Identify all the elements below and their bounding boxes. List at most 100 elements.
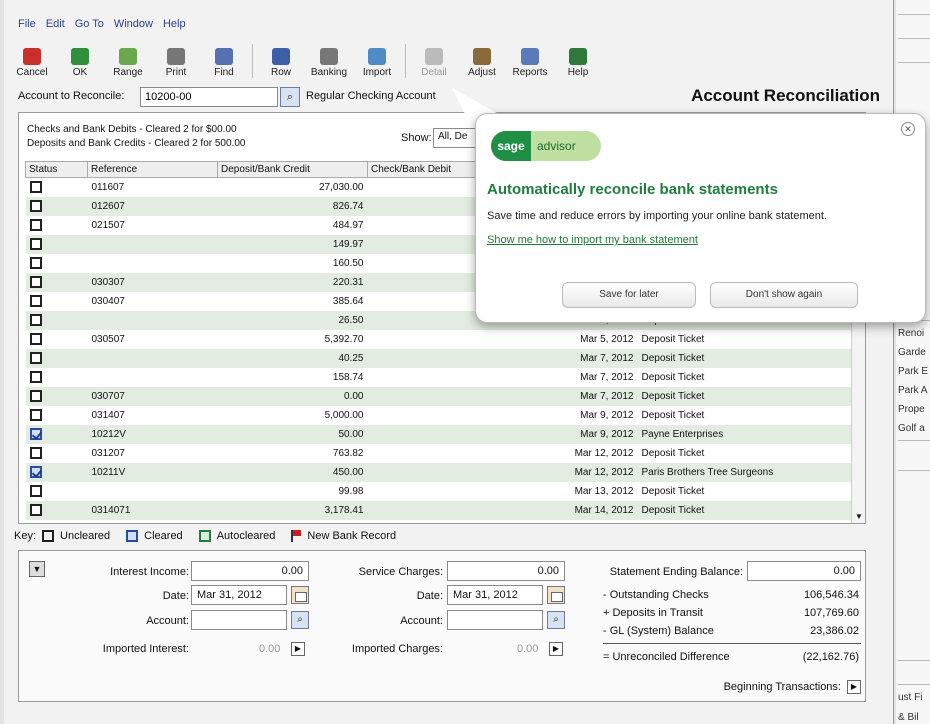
import-button[interactable]: Import: [357, 48, 397, 78]
uncleared-checkbox[interactable]: [29, 352, 42, 364]
background-window: Renoi Garde Park E Park A Prope Golf a ust Fi &…: [896, 0, 930, 724]
table-row[interactable]: 158.74 Mar 7, 2012 Deposit Ticket: [26, 368, 859, 387]
menu-file[interactable]: File: [18, 18, 36, 30]
background-divider: [898, 14, 930, 15]
table-row[interactable]: 030507 5,392.70 Mar 5, 2012 Deposit Ticket: [26, 330, 859, 349]
status-cell: [25, 196, 88, 216]
save-for-later-button[interactable]: Save for later: [562, 282, 696, 308]
uncleared-checkbox[interactable]: [29, 447, 42, 459]
account-input[interactable]: [140, 87, 278, 107]
description-cell: Deposit Ticket: [637, 500, 859, 520]
uncleared-checkbox[interactable]: [29, 504, 42, 516]
date-cell: Mar 7, 2012: [580, 371, 634, 383]
column-header[interactable]: Status: [25, 161, 88, 178]
gl-balance-value: 23,386.02: [810, 625, 859, 637]
close-icon[interactable]: ✕: [901, 122, 915, 136]
table-row[interactable]: 10212V 50.00 Mar 9, 2012 Payne Enterprises: [25, 424, 859, 444]
menu-bar: File Edit Go To Window Help: [18, 18, 186, 30]
cancel-icon: [23, 48, 41, 65]
description-cell: Deposit Ticket: [641, 409, 705, 421]
uncleared-checkbox[interactable]: [29, 485, 42, 497]
beginning-transactions-label: Beginning Transactions:: [723, 681, 841, 693]
cancel-button[interactable]: Cancel: [12, 48, 52, 78]
check-cell: [367, 500, 528, 520]
column-header[interactable]: Deposit/Bank Credit: [217, 161, 368, 178]
uncleared-checkbox[interactable]: [29, 371, 42, 383]
table-row[interactable]: 99.98 Mar 13, 2012 Deposit Ticket: [26, 482, 859, 501]
deposit-cell: 484.97: [332, 219, 364, 231]
uncleared-checkbox[interactable]: [29, 181, 42, 194]
uncleared-checkbox[interactable]: [29, 276, 42, 288]
table-row[interactable]: 40.25 Mar 7, 2012 Deposit Ticket: [25, 348, 859, 368]
uncleared-checkbox[interactable]: [29, 409, 42, 421]
deposit-cell: 160.50: [332, 257, 364, 269]
find-button[interactable]: Find: [204, 48, 244, 78]
background-list-item: & Bil: [898, 712, 919, 723]
banking-button[interactable]: Banking: [309, 48, 349, 78]
interest-account-label: Account:: [146, 615, 189, 627]
status-cell: [26, 216, 88, 235]
imported-charges-arrow-icon[interactable]: ▶: [549, 642, 563, 656]
menu-help[interactable]: Help: [163, 18, 186, 30]
help-button[interactable]: Help: [558, 48, 598, 78]
table-row[interactable]: 031207 763.82 Mar 12, 2012 Deposit Ticket: [26, 444, 859, 463]
imported-interest-arrow-icon[interactable]: ▶: [291, 642, 305, 656]
menu-go-to[interactable]: Go To: [75, 18, 104, 30]
detail-button[interactable]: Detail: [414, 48, 454, 78]
interest-account-input[interactable]: [191, 610, 287, 630]
uncleared-checkbox[interactable]: [29, 314, 42, 326]
adjust-button[interactable]: Adjust: [462, 48, 502, 78]
uncleared-checkbox[interactable]: [29, 200, 42, 212]
expand-button[interactable]: ▼: [29, 561, 45, 577]
uncleared-checkbox[interactable]: [29, 238, 42, 250]
uncleared-checkbox[interactable]: [29, 257, 42, 269]
description-cell: Deposit Ticket: [637, 386, 859, 406]
status-cell: [25, 234, 88, 254]
toolbar-label: OK: [72, 67, 88, 78]
uncleared-checkbox[interactable]: [29, 295, 42, 307]
interest-date-input[interactable]: Mar 31, 2012: [191, 585, 287, 605]
toolbar-label: Adjust: [468, 67, 496, 78]
check-cell: [368, 444, 528, 463]
table-row[interactable]: 031407 5,000.00 Mar 9, 2012 Deposit Ticket: [26, 406, 859, 425]
table-row[interactable]: 10211V 450.00 Mar 12, 2012 Paris Brothers T…: [25, 462, 859, 482]
column-header[interactable]: Reference: [87, 161, 218, 178]
service-date-input[interactable]: Mar 31, 2012: [447, 585, 543, 605]
calendar-icon[interactable]: [291, 586, 309, 604]
popup-heading: Automatically reconcile bank statements: [487, 181, 778, 198]
uncleared-checkbox[interactable]: [29, 390, 42, 402]
ok-button[interactable]: OK: [60, 48, 100, 78]
table-row[interactable]: 030707 0.00 Mar 7, 2012 Deposit Ticket: [25, 386, 859, 406]
deposit-cell: 450.00: [217, 462, 368, 482]
menu-window[interactable]: Window: [114, 18, 153, 30]
logo-brand: sage: [491, 131, 531, 161]
table-row[interactable]: 0314071 3,178.41 Mar 14, 2012 Deposit Ticke…: [25, 500, 859, 520]
range-button[interactable]: Range: [108, 48, 148, 78]
interest-income-input[interactable]: 0.00: [191, 561, 309, 581]
status-cell: [26, 254, 88, 273]
lookup-icon[interactable]: ⌕: [291, 611, 309, 629]
service-account-input[interactable]: [447, 610, 543, 630]
calendar-icon[interactable]: [547, 586, 565, 604]
uncleared-checkbox[interactable]: [29, 333, 42, 345]
ending-balance-input[interactable]: 0.00: [747, 561, 861, 581]
account-row: Account to Reconcile: ⌕ Regular Checking…: [14, 86, 888, 108]
service-charges-input[interactable]: 0.00: [447, 561, 565, 581]
lookup-icon[interactable]: ⌕: [547, 611, 565, 629]
account-lookup-button[interactable]: ⌕: [280, 87, 300, 107]
beginning-transactions-arrow-icon[interactable]: ▶: [847, 680, 861, 694]
reports-button[interactable]: Reports: [510, 48, 550, 78]
background-list-item: Renoi: [898, 328, 925, 339]
banking-icon: [320, 48, 338, 65]
cleared-checkbox[interactable]: [29, 466, 42, 478]
imported-charges-label: Imported Charges:: [351, 643, 443, 655]
row-button[interactable]: Row: [261, 48, 301, 78]
uncleared-checkbox[interactable]: [29, 219, 42, 231]
dont-show-again-button[interactable]: Don't show again: [710, 282, 858, 308]
import-help-link[interactable]: Show me how to import my bank statement: [487, 234, 698, 246]
cleared-checkbox[interactable]: [29, 428, 42, 440]
print-button[interactable]: Print: [156, 48, 196, 78]
deposit-cell: 27,030.00: [319, 181, 364, 193]
date-cell: Mar 12, 2012: [574, 447, 634, 459]
menu-edit[interactable]: Edit: [46, 18, 65, 30]
